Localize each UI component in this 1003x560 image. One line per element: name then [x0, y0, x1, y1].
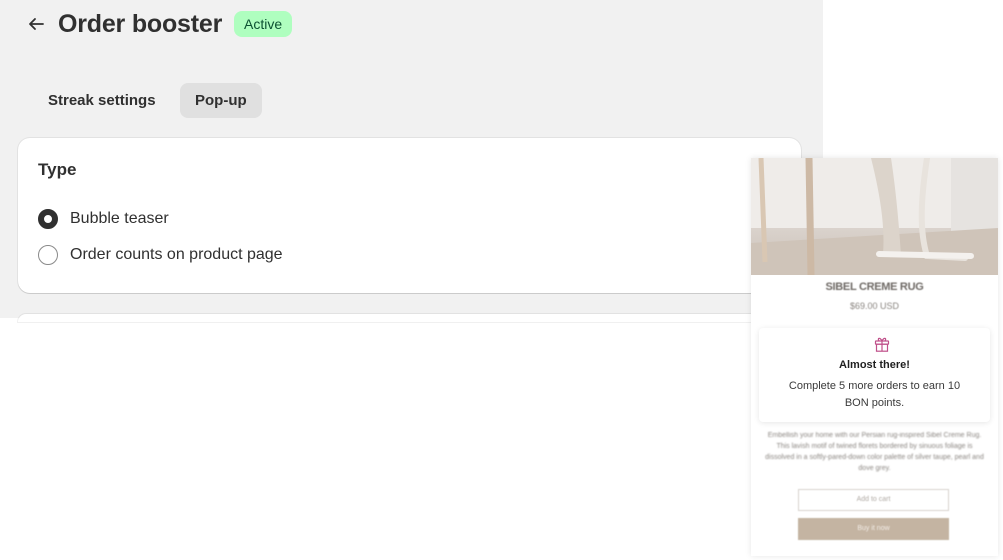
product-description: Embellish your home with our Persian rug… — [765, 432, 984, 472]
gift-icon — [874, 337, 890, 352]
tab-streak-settings[interactable]: Streak settings — [33, 83, 171, 118]
buy-now-button[interactable]: Buy it now — [798, 518, 949, 540]
admin-page: Order booster Active Streak settings Pop… — [0, 0, 823, 322]
option-label: Bubble teaser — [70, 210, 169, 227]
option-order-counts[interactable]: Order counts on product page — [38, 245, 283, 265]
option-bubble-teaser[interactable]: Bubble teaser — [38, 209, 169, 229]
status-badge: Active — [234, 11, 293, 37]
bubble-teaser: Almost there! Complete 5 more orders to … — [759, 328, 990, 422]
type-card: Type Bubble teaser Order counts on produ… — [18, 138, 801, 293]
product-name: SIBEL CREME RUG — [825, 281, 924, 293]
type-card-title: Type — [38, 160, 77, 179]
option-label: Order counts on product page — [70, 246, 283, 263]
radio-button[interactable] — [38, 245, 58, 265]
product-price: $69.00 USD — [849, 301, 900, 311]
next-card — [18, 314, 801, 322]
tab-pop-up[interactable]: Pop-up — [180, 83, 262, 118]
radio-button-selected[interactable] — [38, 209, 58, 229]
back-button[interactable] — [24, 12, 48, 36]
teaser-message: Complete 5 more orders to earn 10 BON po… — [788, 380, 961, 409]
product-image — [751, 158, 998, 275]
arrow-left-icon — [29, 18, 44, 30]
quantity-field[interactable]: Add to cart — [798, 489, 949, 511]
product-page-preview: SIBEL CREME RUG $69.00 USD Almost there!… — [751, 158, 998, 556]
page-title: Order booster — [58, 10, 223, 38]
teaser-title: Almost there! — [839, 359, 910, 371]
